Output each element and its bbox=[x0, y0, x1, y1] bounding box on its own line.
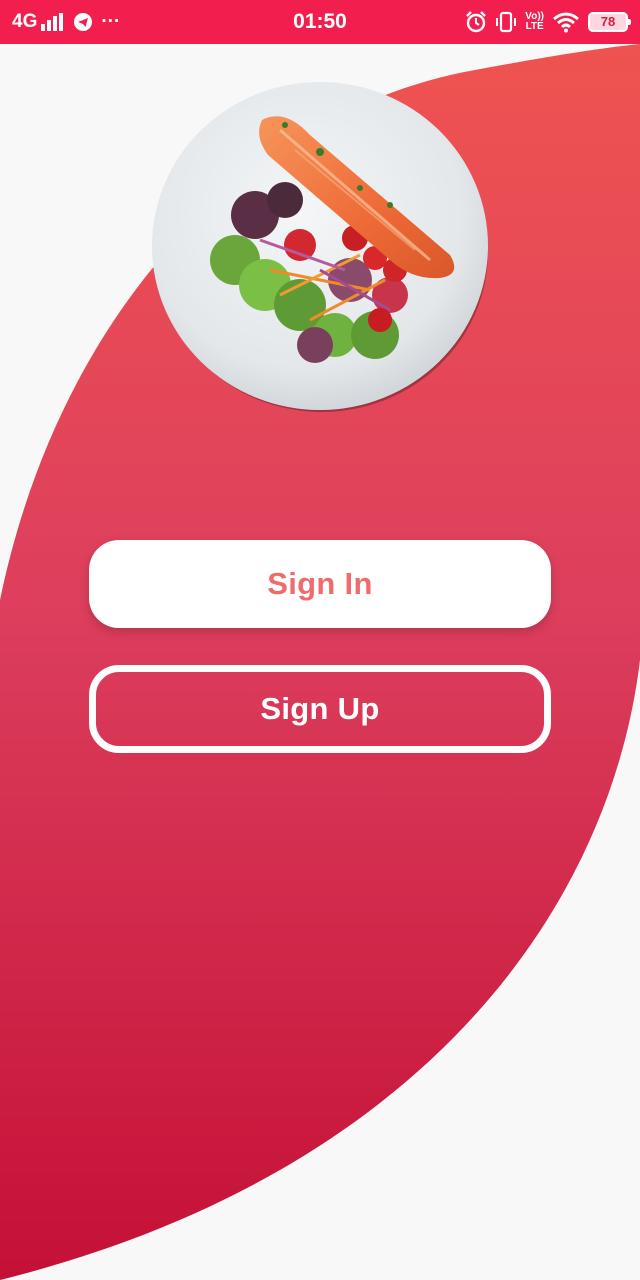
volte-bottom-text: LTE bbox=[525, 21, 544, 32]
sign-up-label: Sign Up bbox=[260, 691, 380, 726]
wifi-icon bbox=[553, 12, 579, 33]
sign-up-button[interactable]: Sign Up bbox=[89, 665, 551, 753]
status-bar: 4G ··· 01:50 Vo)) LTE 78 bbox=[0, 0, 640, 44]
vibrate-icon bbox=[496, 11, 517, 33]
battery-icon: 78 bbox=[588, 12, 631, 32]
food-plate-image bbox=[152, 82, 488, 412]
alarm-clock-icon bbox=[466, 11, 487, 33]
sign-in-label: Sign In bbox=[267, 566, 373, 601]
volte-indicator: Vo)) LTE bbox=[525, 12, 544, 32]
welcome-screen: 4G ··· 01:50 Vo)) LTE 78 Sign In Sign Up bbox=[0, 0, 640, 1280]
status-right-group: Vo)) LTE 78 bbox=[465, 8, 631, 36]
sign-in-button[interactable]: Sign In bbox=[89, 540, 551, 628]
